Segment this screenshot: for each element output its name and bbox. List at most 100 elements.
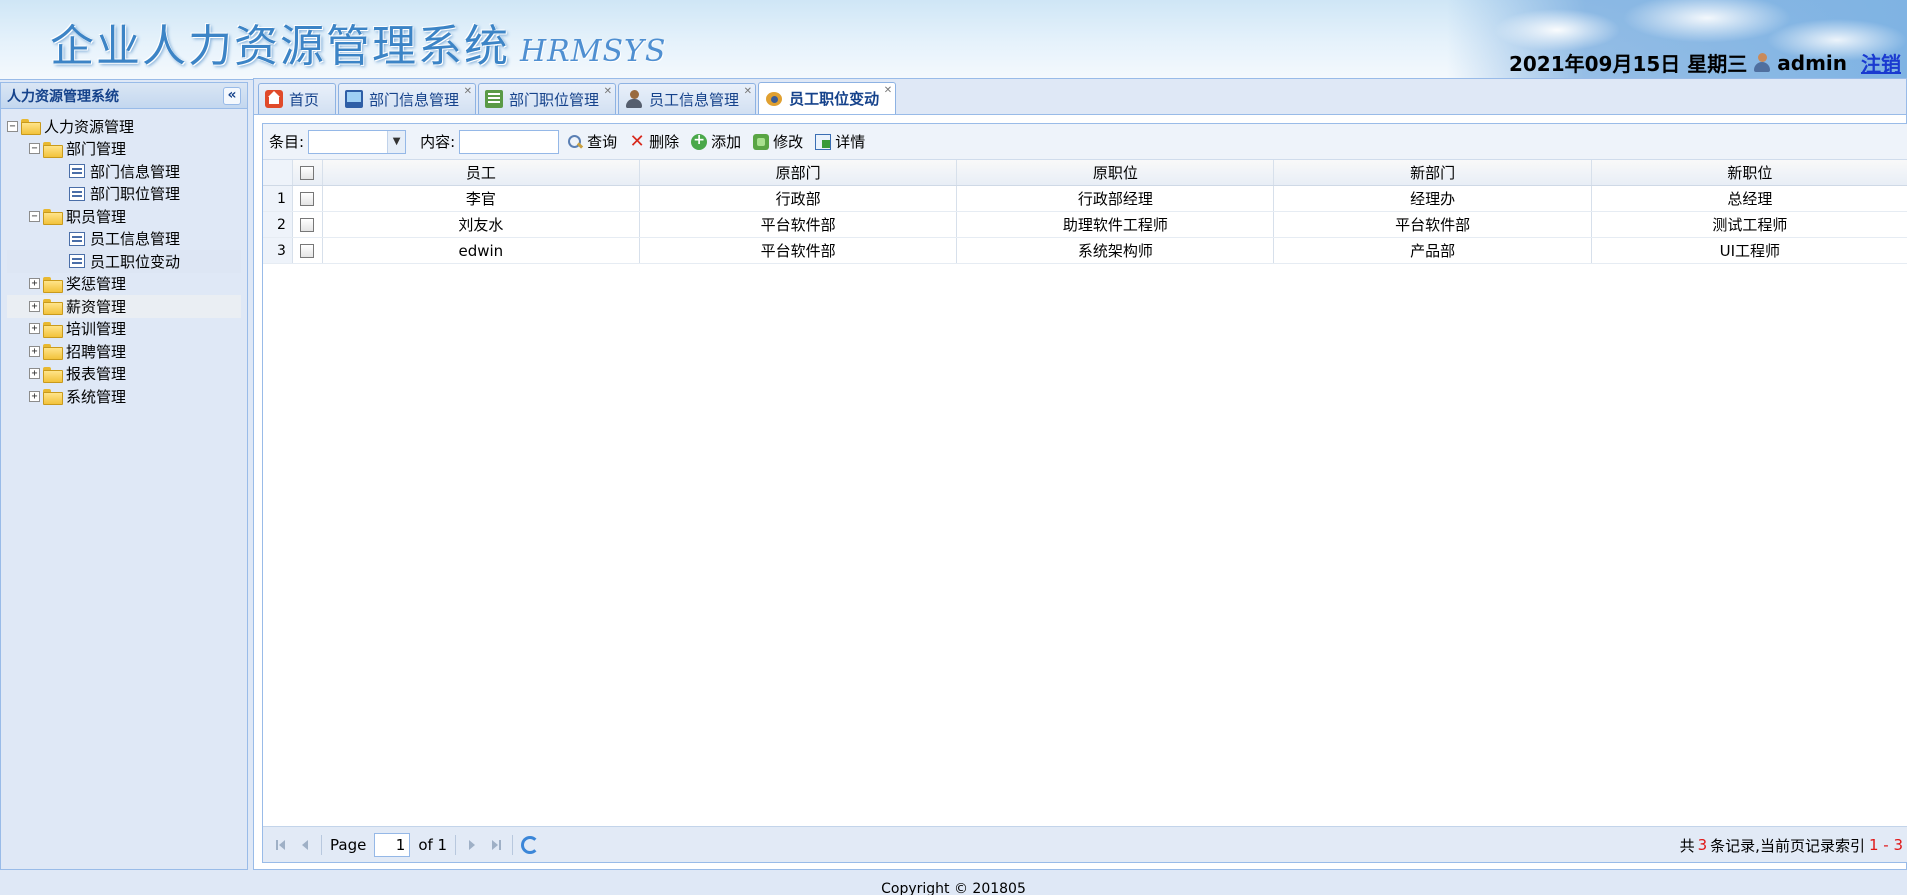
tree-node-recruit[interactable]: + 招聘管理 [7, 340, 241, 363]
folder-icon [43, 276, 63, 293]
tree-node-reward[interactable]: + 奖惩管理 [7, 273, 241, 296]
tree-node-staff-change[interactable]: 员工职位变动 [7, 250, 241, 273]
prev-page-icon[interactable] [297, 837, 313, 853]
row-select-cell [293, 186, 323, 211]
table-cell: 总经理 [1592, 186, 1907, 211]
add-button[interactable]: 添加 [687, 131, 745, 152]
row-number: 2 [263, 212, 293, 237]
content-label: 内容: [420, 133, 456, 151]
pager-info-prefix: 共 [1679, 836, 1695, 855]
tree-node-staff-info[interactable]: 员工信息管理 [7, 228, 241, 251]
close-icon[interactable]: ✕ [884, 86, 892, 96]
tree-node-dept-post[interactable]: 部门职位管理 [7, 183, 241, 206]
expand-toggle-icon[interactable]: + [29, 300, 40, 312]
tab-staff-info[interactable]: 员工信息管理 ✕ [618, 83, 757, 114]
tab-dept-post[interactable]: 部门职位管理 ✕ [478, 83, 617, 114]
collapse-toggle-icon[interactable]: − [7, 120, 18, 132]
tree-node-staff[interactable]: − 职员管理 [7, 205, 241, 228]
table-row[interactable]: 3 edwin 平台软件部 系统架构师 产品部 UI工程师 [263, 238, 1907, 264]
chevron-down-icon[interactable]: ▼ [387, 130, 406, 153]
item-select[interactable]: ▼ [308, 129, 407, 154]
sidebar-panel: 人力资源管理系统 « − 人力资源管理 − 部门管理 部门信息管理 部门职位管理… [0, 82, 248, 870]
grid-header: 员工 原部门 原职位 新部门 新职位 [263, 160, 1907, 186]
add-button-label: 添加 [711, 133, 742, 151]
collapse-toggle-icon[interactable]: − [29, 143, 40, 155]
expand-toggle-icon[interactable]: + [29, 390, 40, 402]
record-range: 1 - 3 [1868, 836, 1903, 854]
table-row[interactable]: 1 李官 行政部 行政部经理 经理办 总经理 [263, 186, 1907, 212]
monitor-icon [345, 90, 364, 108]
refresh-icon[interactable] [521, 835, 540, 854]
row-number: 3 [263, 238, 293, 263]
main-tab-panel: 首页 部门信息管理 ✕ 部门职位管理 ✕ 员工信息管理 ✕ 员工职位变动 ✕ 条… [253, 78, 1907, 870]
tree-node-root[interactable]: − 人力资源管理 [7, 115, 241, 138]
column-header[interactable]: 原部门 [640, 160, 958, 185]
close-icon[interactable]: ✕ [744, 87, 752, 97]
edit-button[interactable]: 修改 [749, 131, 807, 152]
table-row[interactable]: 2 刘友水 平台软件部 助理软件工程师 平台软件部 测试工程师 [263, 212, 1907, 238]
table-cell: 产品部 [1274, 238, 1592, 263]
table-cell: edwin [323, 238, 640, 263]
close-icon[interactable]: ✕ [464, 87, 472, 97]
page-number-input[interactable]: 1 [374, 832, 411, 857]
tree-node-training[interactable]: + 培训管理 [7, 318, 241, 341]
row-checkbox[interactable] [300, 217, 315, 232]
edit-button-label: 修改 [773, 133, 804, 151]
sidebar-header: 人力资源管理系统 « [1, 83, 247, 109]
collapse-sidebar-button[interactable]: « [223, 86, 241, 105]
expand-toggle-icon[interactable]: + [29, 345, 40, 357]
tree-node-label: 人力资源管理 [44, 117, 135, 136]
tree-node-label: 部门管理 [66, 140, 127, 159]
tab-dept-info[interactable]: 部门信息管理 ✕ [338, 83, 477, 114]
grid-panel: 条目: ▼ 内容: 查询 ✕ 删除 添加 修改 [262, 123, 1907, 863]
expand-toggle-icon[interactable]: + [29, 278, 40, 290]
first-page-icon[interactable] [273, 837, 289, 853]
page-icon [69, 254, 85, 269]
tree-node-label: 员工信息管理 [90, 230, 181, 249]
select-all-checkbox[interactable] [300, 165, 315, 180]
delete-button[interactable]: ✕ 删除 [625, 131, 683, 152]
app-title: 企业人力资源管理系统 [50, 21, 510, 72]
detail-button[interactable]: 详情 [811, 131, 869, 152]
column-header[interactable]: 原职位 [957, 160, 1275, 185]
row-checkbox[interactable] [300, 243, 315, 258]
transfer-icon [765, 90, 783, 108]
table-cell: 平台软件部 [1274, 212, 1592, 237]
last-page-icon[interactable] [488, 837, 504, 853]
expand-toggle-icon[interactable]: + [29, 368, 40, 380]
close-icon[interactable]: ✕ [604, 87, 612, 97]
tab-label: 员工信息管理 [649, 90, 740, 109]
detail-button-label: 详情 [835, 133, 866, 151]
table-cell: 行政部 [640, 186, 958, 211]
row-checkbox[interactable] [300, 191, 315, 206]
search-button-label: 查询 [587, 133, 618, 151]
logout-link[interactable]: 注销 [1861, 48, 1901, 77]
tree-node-label: 部门职位管理 [90, 185, 181, 204]
tab-staff-change[interactable]: 员工职位变动 ✕ [758, 82, 897, 114]
page-icon [69, 164, 85, 179]
tree-node-salary[interactable]: + 薪资管理 [7, 295, 241, 318]
page-label: Page [330, 835, 367, 854]
next-page-icon[interactable] [464, 837, 480, 853]
column-header[interactable]: 员工 [323, 160, 640, 185]
tree-node-label: 报表管理 [66, 365, 127, 384]
expand-toggle-icon[interactable]: + [29, 323, 40, 335]
pager-divider [455, 834, 457, 855]
tree-node-report[interactable]: + 报表管理 [7, 363, 241, 386]
column-header[interactable]: 新部门 [1274, 160, 1592, 185]
row-number-header [263, 160, 293, 185]
collapse-toggle-icon[interactable]: − [29, 210, 40, 222]
tree-node-dept-info[interactable]: 部门信息管理 [7, 160, 241, 183]
tree-node-dept[interactable]: − 部门管理 [7, 138, 241, 161]
tree-node-system[interactable]: + 系统管理 [7, 385, 241, 408]
tab-home[interactable]: 首页 [258, 83, 337, 114]
username: admin [1777, 50, 1847, 75]
select-all-cell [293, 160, 323, 185]
pager-divider [512, 834, 514, 855]
tree-node-label: 奖惩管理 [66, 275, 127, 294]
column-header[interactable]: 新职位 [1592, 160, 1907, 185]
search-button[interactable]: 查询 [563, 131, 621, 152]
table-cell: 平台软件部 [640, 238, 958, 263]
content-input[interactable] [459, 129, 560, 154]
person-icon [625, 90, 643, 108]
